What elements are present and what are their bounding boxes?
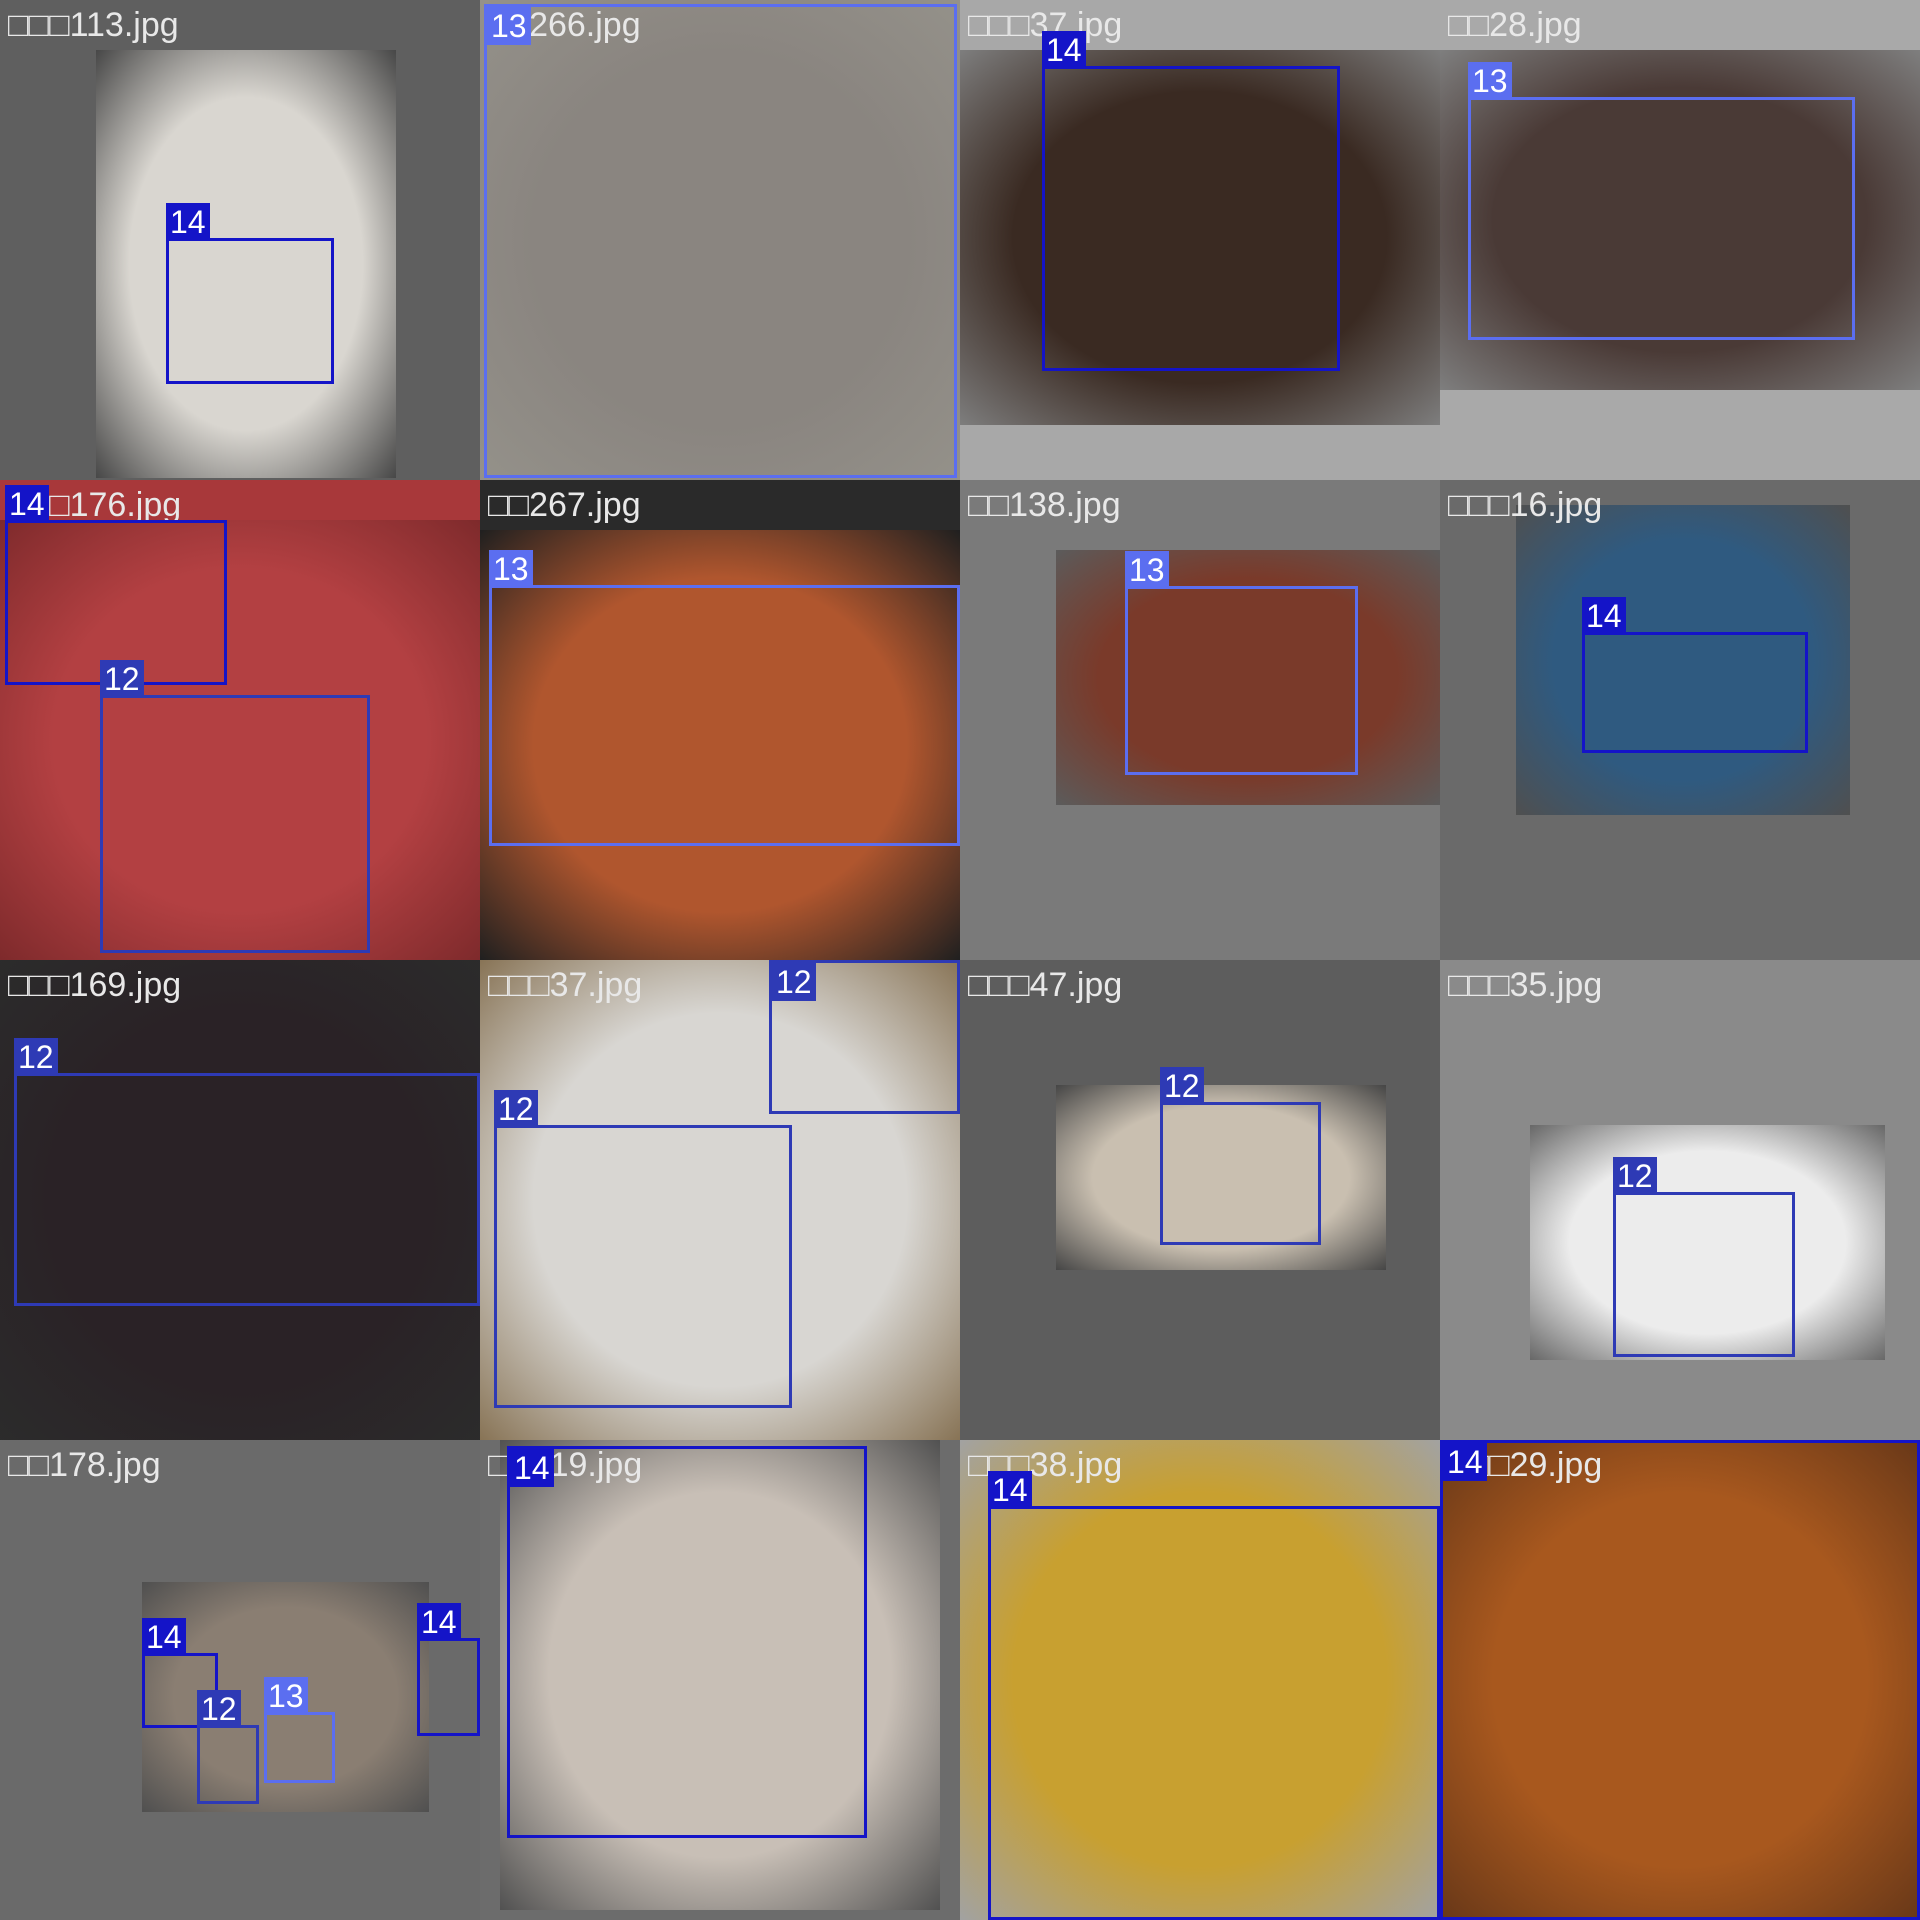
- image-filename: □□□37.jpg: [488, 966, 643, 1004]
- detection-box: 14: [988, 1471, 1440, 1920]
- detection-box: 13: [1125, 551, 1358, 775]
- detection-box: 12: [14, 1038, 480, 1306]
- class-label: 14: [142, 1618, 186, 1656]
- class-label: 12: [100, 660, 144, 698]
- image-filename: □□□16.jpg: [1448, 486, 1603, 524]
- image-filename: □□□169.jpg: [8, 966, 182, 1004]
- grid-tile: □□□47.jpg 12: [960, 960, 1440, 1440]
- detection-batch-grid: □□□113.jpg 14 □□266.jpg 13 □□□37.jpg 14 □□28.j…: [0, 0, 1920, 1920]
- class-label: 12: [1160, 1067, 1204, 1105]
- detection-box: 12: [197, 1690, 259, 1804]
- image-filename: □□138.jpg: [968, 486, 1121, 524]
- detection-box: 13: [484, 4, 957, 478]
- detection-box: 13: [264, 1677, 335, 1783]
- class-label: 12: [494, 1090, 538, 1128]
- class-label: 14: [1443, 1443, 1487, 1481]
- detection-box: 14: [417, 1603, 480, 1736]
- image-filename: □□□47.jpg: [968, 966, 1123, 1004]
- grid-tile: □□178.jpg 14 14 12 13: [0, 1440, 480, 1920]
- grid-tile: □□267.jpg 13: [480, 480, 960, 960]
- class-label: 14: [417, 1603, 461, 1641]
- grid-tile: □□266.jpg 13: [480, 0, 960, 480]
- image-filename: □□178.jpg: [8, 1446, 161, 1484]
- class-label: 14: [1042, 31, 1086, 69]
- image-filename: □□267.jpg: [488, 486, 641, 524]
- grid-tile: □□□113.jpg 14: [0, 0, 480, 480]
- detection-box: 12: [494, 1090, 792, 1408]
- class-label: 14: [5, 485, 49, 523]
- class-label: 14: [988, 1471, 1032, 1509]
- grid-tile: □□□29.jpg 14: [1440, 1440, 1920, 1920]
- class-label: 12: [1613, 1157, 1657, 1195]
- detection-box: 13: [489, 550, 960, 846]
- grid-tile: □□28.jpg 13: [1440, 0, 1920, 480]
- detection-box: 12: [1160, 1067, 1321, 1245]
- grid-tile: □□138.jpg 13: [960, 480, 1440, 960]
- detection-box: 13: [1468, 62, 1855, 340]
- detection-box: 14: [1440, 1440, 1920, 1920]
- detection-box: 14: [507, 1446, 867, 1838]
- detection-box: 14: [166, 203, 334, 384]
- image-filename: □□□113.jpg: [8, 6, 179, 44]
- image-filename: □□28.jpg: [1448, 6, 1582, 44]
- class-label: 12: [197, 1690, 241, 1728]
- grid-tile: □□□37.jpg 14: [960, 0, 1440, 480]
- class-label: 14: [1582, 597, 1626, 635]
- class-label: 12: [772, 963, 816, 1001]
- class-label: 13: [1125, 551, 1169, 589]
- class-label: 13: [489, 550, 533, 588]
- grid-tile: □□□37.jpg 12 12: [480, 960, 960, 1440]
- grid-tile: □□□19.jpg 14: [480, 1440, 960, 1920]
- detection-box: 14: [1582, 597, 1808, 753]
- grid-tile: □□□176.jpg 14 12: [0, 480, 480, 960]
- class-label: 12: [14, 1038, 58, 1076]
- detection-box: 14: [1042, 31, 1340, 371]
- grid-tile: □□□16.jpg 14: [1440, 480, 1920, 960]
- grid-tile: □□□38.jpg 14: [960, 1440, 1440, 1920]
- class-label: 13: [264, 1677, 308, 1715]
- grid-tile: □□□169.jpg 12: [0, 960, 480, 1440]
- class-label: 14: [166, 203, 210, 241]
- detection-box: 12: [100, 660, 370, 953]
- image-filename: □□□35.jpg: [1448, 966, 1603, 1004]
- class-label: 13: [487, 7, 531, 45]
- class-label: 13: [1468, 62, 1512, 100]
- grid-tile: □□□35.jpg 12: [1440, 960, 1920, 1440]
- class-label: 14: [510, 1449, 554, 1487]
- detection-box: 12: [769, 960, 960, 1114]
- detection-box: 12: [1613, 1157, 1795, 1357]
